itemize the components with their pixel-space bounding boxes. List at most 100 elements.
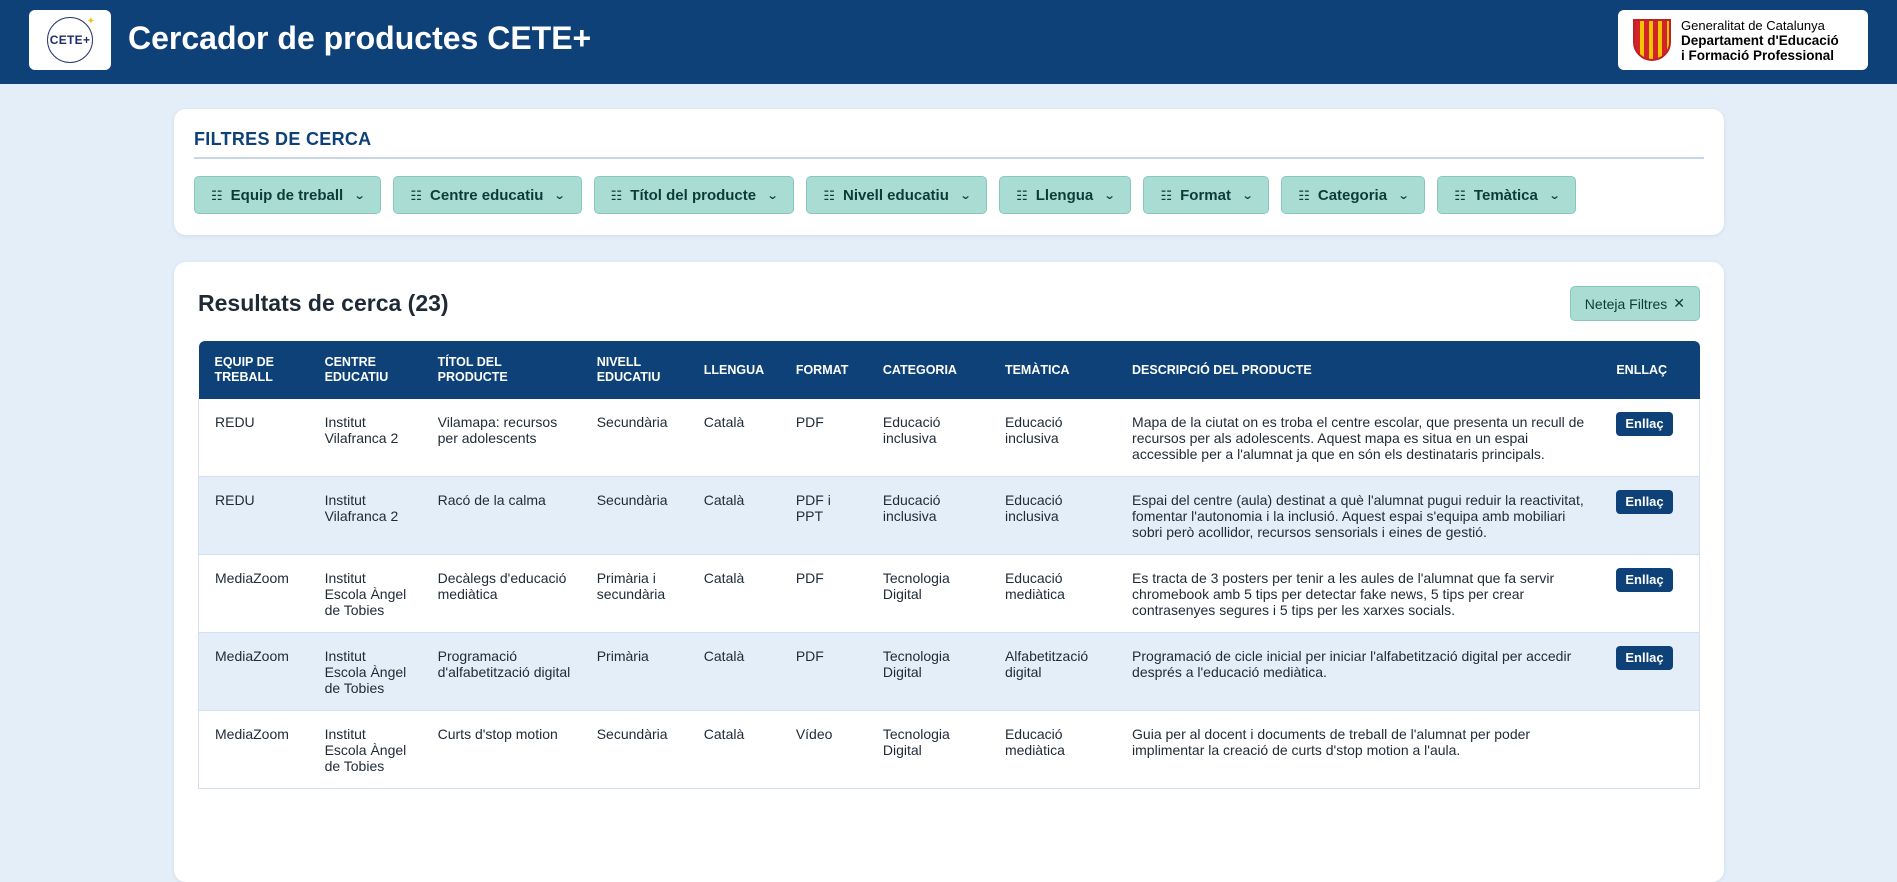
filter-dropdown[interactable]: ☷ Centre educatiu ⌄	[393, 176, 582, 214]
link-button[interactable]: Enllaç	[1616, 568, 1673, 592]
filters-divider	[194, 157, 1704, 159]
cell-format: Vídeo	[779, 710, 867, 789]
filter-dropdown[interactable]: ☷ Títol del producte ⌄	[593, 176, 795, 214]
chevron-down-icon: ⌄	[766, 189, 779, 202]
cell-center: Institut Vilafranca 2	[308, 476, 422, 555]
cell-theme: Alfabetització digital	[988, 632, 1117, 711]
filter-dropdown[interactable]: ☷ Equip de treball ⌄	[194, 176, 382, 214]
column-header: CATEGORIA	[866, 341, 989, 399]
filter-label: Temàtica	[1473, 186, 1538, 204]
filters-card: FILTRES DE CERCA ☷ Equip de treball ⌄ ☷ Cent…	[174, 109, 1724, 235]
column-header: ENLLAÇ	[1600, 341, 1700, 399]
cell-team: REDU	[197, 399, 309, 477]
link-button[interactable]: Enllaç	[1616, 646, 1673, 670]
cell-title: Racó de la calma	[421, 476, 581, 555]
table-header-row: EQUIP DE TREBALL CENTRE EDUCATIU TÍTOL DEL…	[198, 341, 1700, 399]
cell-category: Tecnologia Digital	[866, 554, 989, 633]
cell-desc: Espai del centre (aula) destinat a què l…	[1116, 476, 1601, 555]
column-header: DESCRIPCIÓ DEL PRODUCTE	[1116, 341, 1601, 399]
filter-label: Equip de treball	[230, 186, 344, 204]
cell-lang: Català	[687, 632, 780, 711]
cell-level: Primària	[580, 632, 688, 711]
cell-theme: Educació inclusiva	[988, 476, 1117, 555]
cell-link: Enllaç	[1600, 476, 1701, 555]
cell-team: MediaZoom	[197, 632, 309, 711]
layers-icon: ☷	[1298, 187, 1310, 203]
cete-logo[interactable]: ✦ CETE+	[29, 10, 111, 70]
column-header: LLENGUA	[687, 341, 780, 399]
filter-label: Llengua	[1035, 186, 1094, 204]
cell-category: Educació inclusiva	[866, 399, 989, 477]
gov-line-2: Departament d'Educació	[1681, 32, 1839, 48]
filter-label: Format	[1180, 186, 1231, 204]
column-header: CENTRE EDUCATIU	[308, 341, 422, 399]
cell-link: Enllaç	[1600, 399, 1701, 477]
table-row: MediaZoom Institut Escola Àngel de Tobies…	[197, 632, 1701, 711]
column-header: EQUIP DE TREBALL	[198, 341, 309, 399]
table-row: REDU Institut Vilafranca 2 Racó de la calm…	[197, 476, 1701, 555]
cell-center: Institut Escola Àngel de Tobies	[308, 554, 422, 633]
cell-lang: Català	[687, 399, 780, 477]
cell-center: Institut Escola Àngel de Tobies	[308, 632, 422, 711]
filter-label: Títol del producte	[630, 186, 757, 204]
cell-link: Enllaç	[1600, 632, 1701, 711]
cell-desc: Mapa de la ciutat on es troba el centre …	[1116, 399, 1601, 477]
cell-team: MediaZoom	[197, 710, 309, 789]
layers-icon: ☷	[1160, 187, 1173, 203]
results-table: EQUIP DE TREBALL CENTRE EDUCATIU TÍTOL DEL…	[197, 341, 1701, 789]
cell-link: Enllaç	[1600, 554, 1701, 633]
filter-dropdown[interactable]: ☷ Temàtica ⌄	[1437, 176, 1577, 214]
filters-row: ☷ Equip de treball ⌄ ☷ Centre educatiu ⌄ ☷ Títo…	[194, 176, 1577, 214]
chevron-down-icon: ⌄	[1548, 189, 1561, 202]
cell-title: Programació d'alfabetització digital	[421, 632, 581, 711]
gov-text: Generalitat de Catalunya Departament d'E…	[1681, 18, 1839, 63]
chevron-down-icon: ⌄	[1397, 189, 1410, 202]
cell-level: Primària i secundària	[580, 554, 688, 633]
filter-label: Nivell educatiu	[843, 186, 949, 204]
chevron-down-icon: ⌄	[959, 189, 972, 202]
gov-logo[interactable]: Generalitat de Catalunya Departament d'E…	[1618, 10, 1868, 70]
cell-desc: Es tracta de 3 posters per tenir a les a…	[1116, 554, 1601, 633]
column-header: NIVELL EDUCATIU	[580, 341, 688, 399]
filter-dropdown[interactable]: ☷ Llengua ⌄	[999, 176, 1132, 214]
cell-format: PDF i PPT	[779, 476, 867, 555]
layers-icon: ☷	[410, 187, 423, 203]
cell-theme: Educació mediàtica	[988, 554, 1117, 633]
cell-theme: Educació inclusiva	[988, 399, 1117, 477]
chevron-down-icon: ⌄	[1241, 189, 1254, 202]
filter-dropdown[interactable]: ☷ Nivell educatiu ⌄	[806, 176, 988, 214]
layers-icon: ☷	[610, 187, 623, 203]
clear-filters-button[interactable]: Neteja Filtres ✕	[1569, 286, 1700, 321]
filter-dropdown[interactable]: ☷ Categoria ⌄	[1281, 176, 1426, 214]
cell-level: Secundària	[580, 476, 688, 555]
logo-ring: ✦ CETE+	[47, 16, 95, 63]
cell-lang: Català	[687, 476, 780, 555]
layers-icon: ☷	[211, 187, 223, 203]
column-header: FORMAT	[779, 341, 867, 399]
cell-level: Secundària	[580, 399, 688, 477]
cell-team: REDU	[197, 476, 309, 555]
cell-title: Decàlegs d'educació mediàtica	[421, 554, 581, 633]
gov-line-1: Generalitat de Catalunya	[1681, 17, 1825, 33]
cell-format: PDF	[779, 554, 867, 633]
cell-lang: Català	[687, 710, 780, 789]
cell-desc: Programació de cicle inicial per iniciar…	[1116, 632, 1601, 711]
layers-icon: ☷	[823, 187, 835, 203]
cell-level: Secundària	[580, 710, 688, 789]
clear-filters-label: Neteja Filtres	[1584, 295, 1668, 312]
filter-dropdown[interactable]: ☷ Format ⌄	[1143, 176, 1270, 214]
close-icon: ✕	[1673, 295, 1685, 311]
logo-text: CETE+	[49, 33, 91, 47]
chevron-down-icon: ⌄	[1103, 189, 1116, 202]
cell-category: Tecnologia Digital	[866, 632, 989, 711]
cell-title: Vilamapa: recursos per adolescents	[421, 399, 581, 477]
link-button[interactable]: Enllaç	[1616, 412, 1673, 436]
column-header: TÍTOL DEL PRODUCTE	[421, 341, 581, 399]
cell-center: Institut Escola Àngel de Tobies	[308, 710, 422, 789]
cell-category: Educació inclusiva	[866, 476, 989, 555]
layers-icon: ☷	[1016, 187, 1028, 203]
cell-category: Tecnologia Digital	[866, 710, 989, 789]
cell-title: Curts d'stop motion	[421, 710, 581, 789]
cell-link	[1600, 710, 1701, 789]
link-button[interactable]: Enllaç	[1616, 490, 1673, 514]
